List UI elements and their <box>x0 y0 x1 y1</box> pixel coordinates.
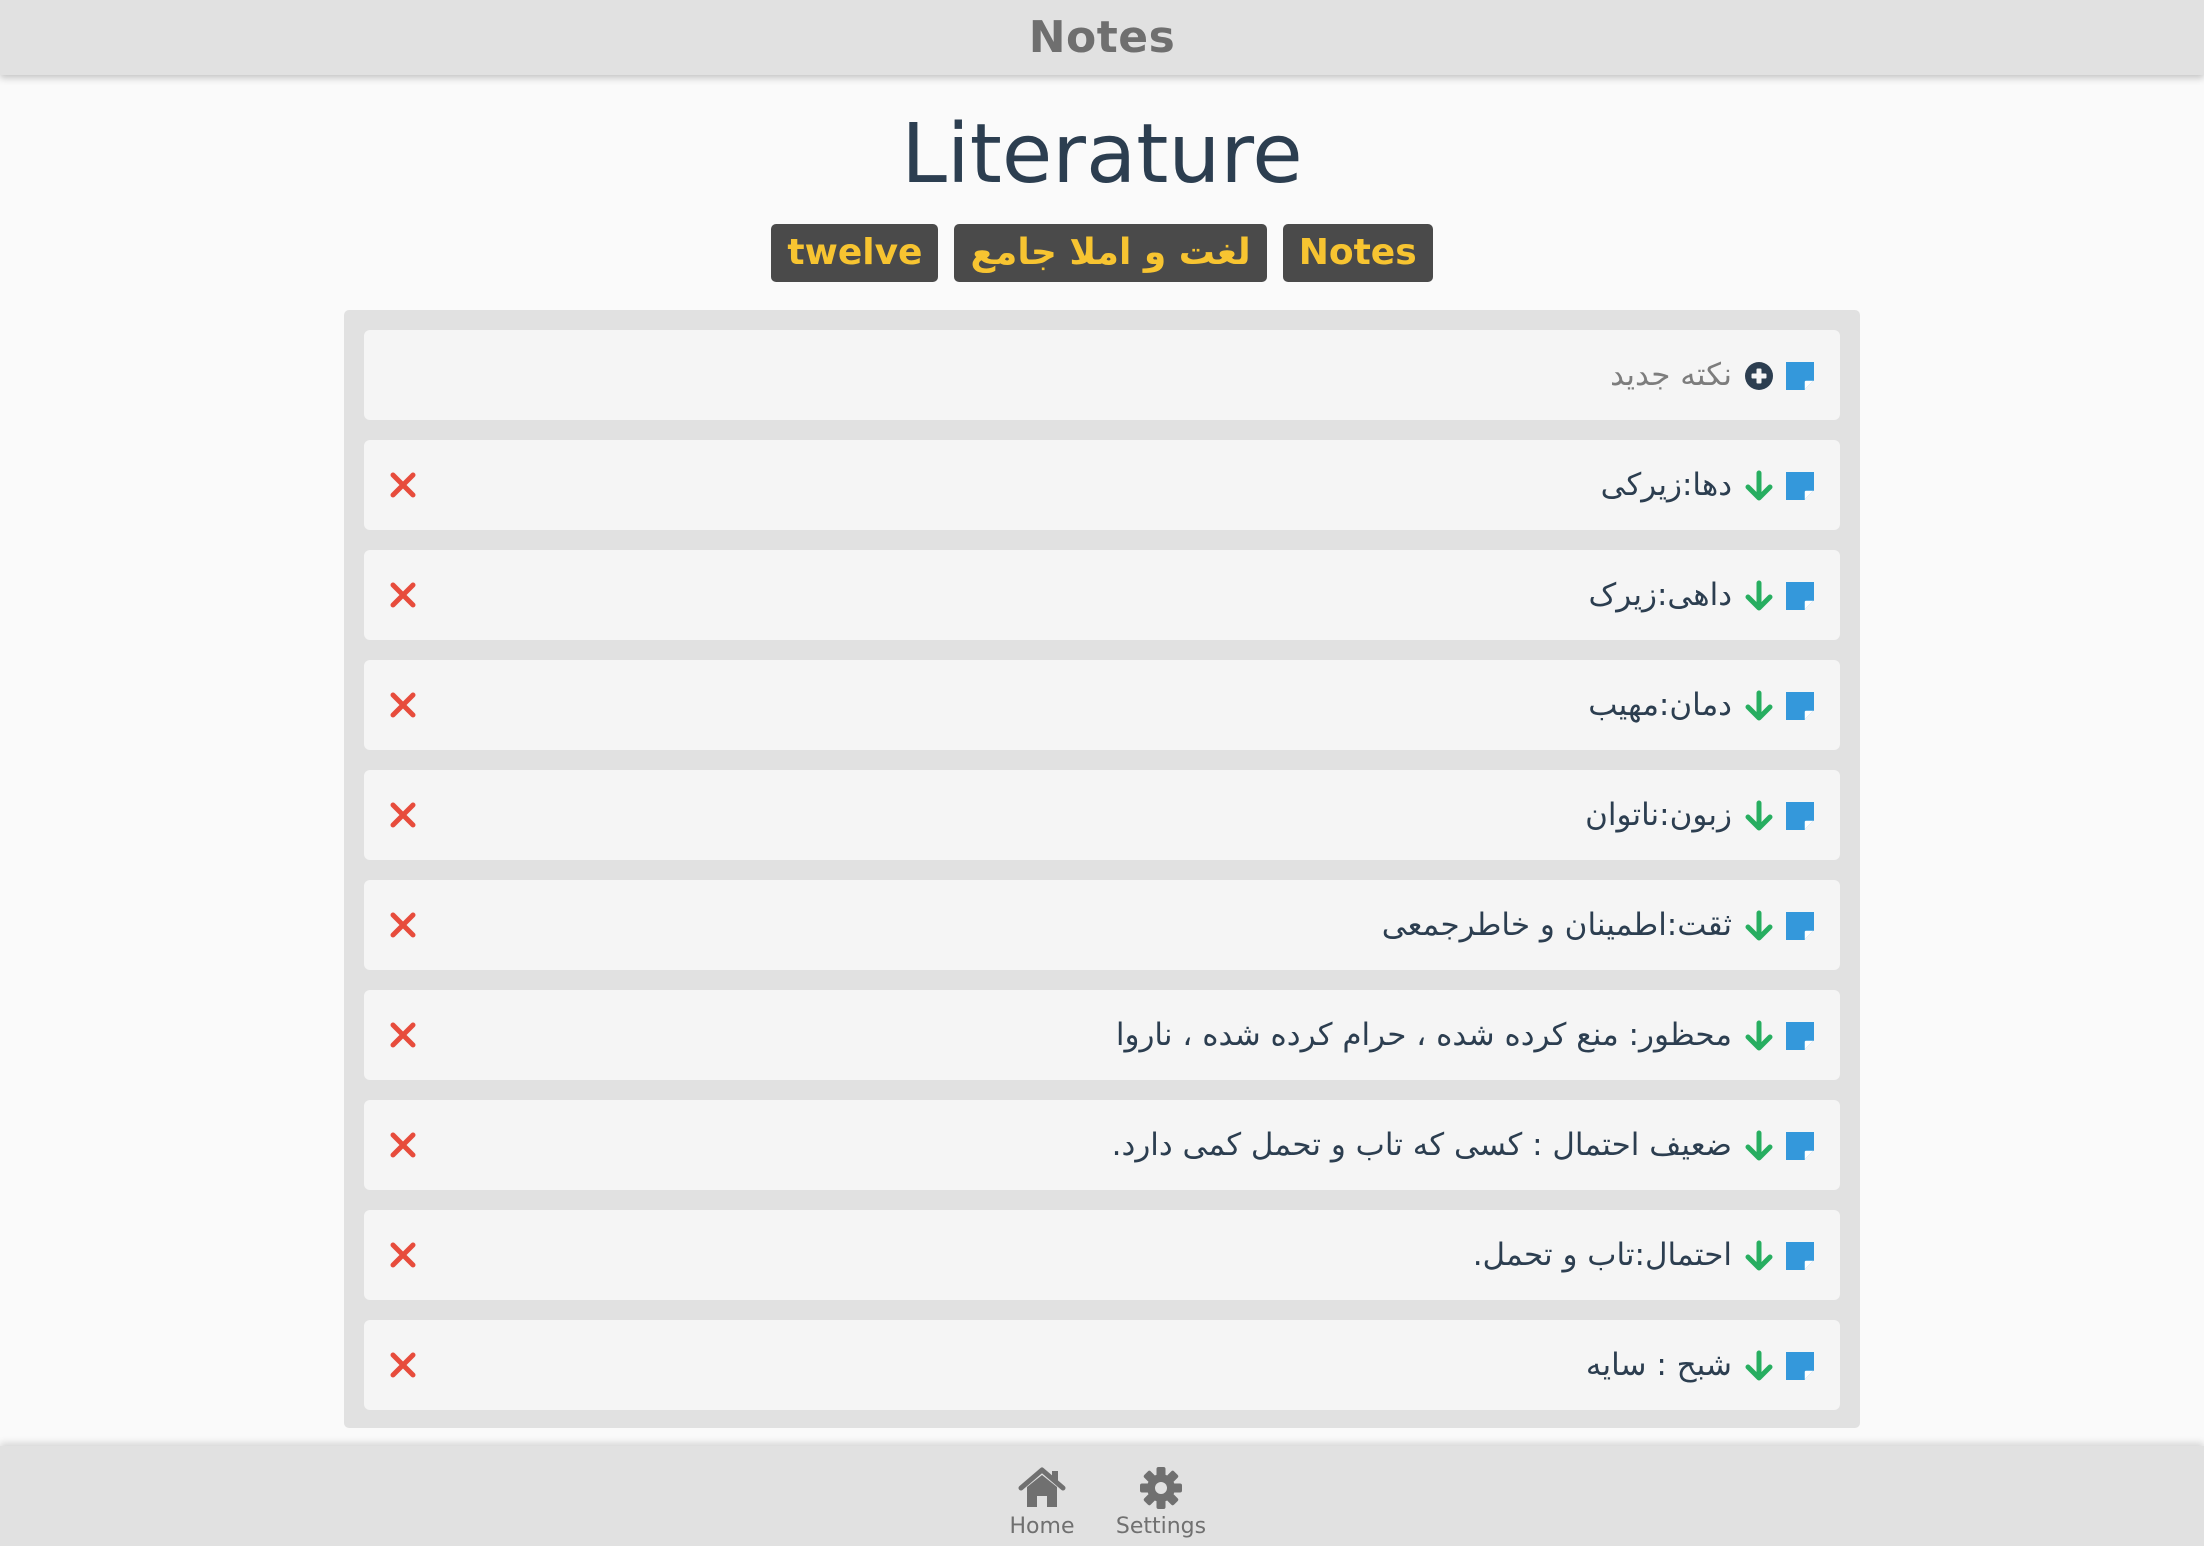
nav-home[interactable]: Home <box>987 1446 1097 1546</box>
close-icon[interactable] <box>390 912 416 938</box>
new-note-button[interactable]: نکته جدید <box>364 330 1840 420</box>
note-text: دها:زیرکی <box>1600 467 1732 503</box>
arrow-down-icon[interactable] <box>1744 580 1774 612</box>
note-text: احتمال:تاب و تحمل. <box>1472 1237 1732 1273</box>
arrow-down-icon[interactable] <box>1744 690 1774 722</box>
note-item[interactable]: شبح : سایه <box>364 1320 1840 1410</box>
top-app-bar: Notes <box>0 0 2204 75</box>
arrow-down-icon[interactable] <box>1744 800 1774 832</box>
new-note-label: نکته جدید <box>1610 357 1732 393</box>
note-icon <box>1786 1352 1814 1380</box>
home-icon <box>1018 1467 1066 1507</box>
close-icon[interactable] <box>390 472 416 498</box>
tag-notes[interactable]: Notes <box>1282 224 1433 282</box>
bottom-nav: Home Settings <box>0 1446 2204 1546</box>
close-icon[interactable] <box>390 802 416 828</box>
note-icon <box>1786 1242 1814 1270</box>
gear-icon <box>1140 1467 1182 1509</box>
note-icon <box>1786 692 1814 720</box>
close-icon[interactable] <box>390 1132 416 1158</box>
app-title: Notes <box>1028 12 1176 63</box>
note-icon <box>1786 1022 1814 1050</box>
tag-list: twelve لغت و املا جامع Notes <box>0 224 2204 282</box>
arrow-down-icon[interactable] <box>1744 1020 1774 1052</box>
close-icon[interactable] <box>390 1242 416 1268</box>
note-item[interactable]: دمان:مهیب <box>364 660 1840 750</box>
note-text: دمان:مهیب <box>1588 687 1732 723</box>
tag-vocabulary[interactable]: لغت و املا جامع <box>954 224 1267 282</box>
note-text: ضعیف احتمال : کسی که تاب و تحمل کمی دارد… <box>1111 1127 1732 1163</box>
note-item[interactable]: احتمال:تاب و تحمل. <box>364 1210 1840 1300</box>
note-item[interactable]: ثقت:اطمینان و خاطرجمعی <box>364 880 1840 970</box>
note-item[interactable]: ضعیف احتمال : کسی که تاب و تحمل کمی دارد… <box>364 1100 1840 1190</box>
close-icon[interactable] <box>390 1352 416 1378</box>
notes-list: نکته جدید دها:زیرکی داهی:زیرک دمان:مهیب … <box>344 310 1860 1428</box>
note-item[interactable]: زبون:ناتوان <box>364 770 1840 860</box>
note-icon <box>1786 802 1814 830</box>
note-item[interactable]: محظور: منع کرده شده ، حرام کرده شده ، نا… <box>364 990 1840 1080</box>
note-icon <box>1786 912 1814 940</box>
arrow-down-icon[interactable] <box>1744 470 1774 502</box>
page-title: Literature <box>901 107 1303 202</box>
note-icon <box>1786 1132 1814 1160</box>
nav-settings[interactable]: Settings <box>1106 1446 1216 1546</box>
close-icon[interactable] <box>390 582 416 608</box>
plus-circle-icon <box>1745 362 1773 390</box>
tag-twelve[interactable]: twelve <box>771 224 939 282</box>
note-text: زبون:ناتوان <box>1585 797 1732 833</box>
note-text: محظور: منع کرده شده ، حرام کرده شده ، نا… <box>1115 1017 1732 1053</box>
arrow-down-icon[interactable] <box>1744 1130 1774 1162</box>
arrow-down-icon[interactable] <box>1744 910 1774 942</box>
close-icon[interactable] <box>390 692 416 718</box>
close-icon[interactable] <box>390 1022 416 1048</box>
note-text: داهی:زیرک <box>1588 577 1733 613</box>
nav-home-label: Home <box>1009 1514 1075 1539</box>
note-text: ثقت:اطمینان و خاطرجمعی <box>1381 907 1732 943</box>
note-item[interactable]: داهی:زیرک <box>364 550 1840 640</box>
arrow-down-icon[interactable] <box>1744 1350 1774 1382</box>
note-text: شبح : سایه <box>1585 1347 1732 1383</box>
note-icon <box>1786 582 1814 610</box>
arrow-down-icon[interactable] <box>1744 1240 1774 1272</box>
note-item[interactable]: دها:زیرکی <box>364 440 1840 530</box>
nav-settings-label: Settings <box>1115 1514 1207 1539</box>
note-icon <box>1786 472 1814 500</box>
note-icon <box>1786 362 1814 390</box>
